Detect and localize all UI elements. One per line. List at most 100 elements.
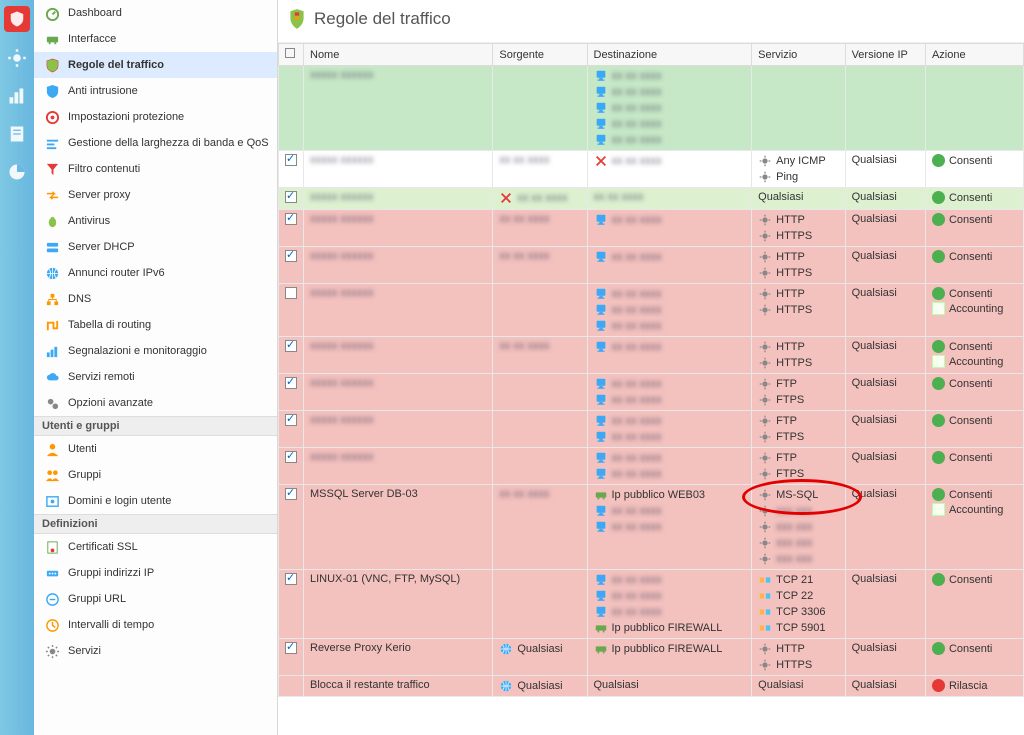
sidebar-item-sec-settings[interactable]: Impostazioni protezione <box>34 104 277 130</box>
rule-row[interactable]: xxxxx xxxxxxxx xx xxxxxx xx xxxxHTTPHTTP… <box>279 247 1024 284</box>
ipver: Qualsiasi <box>852 250 897 262</box>
pie-icon[interactable] <box>5 160 29 184</box>
sidebar-item-content-filter[interactable]: Filtro contenuti <box>34 156 277 182</box>
rule-row[interactable]: xxxxx xxxxxxxx xx xxxxxx xx xxxxFTPFTPSQ… <box>279 374 1024 411</box>
cell-item: xx xx xxxx <box>594 340 746 354</box>
cell-item: xx xx xxxx <box>594 213 746 227</box>
sidebar-item-ssl[interactable]: Certificati SSL <box>34 534 277 560</box>
gear-icon <box>758 552 772 566</box>
sidebar-item-anti-intrusion[interactable]: Anti intrusione <box>34 78 277 104</box>
column-header[interactable]: Destinazione <box>587 44 752 66</box>
rule-checkbox[interactable] <box>285 287 297 299</box>
sidebar-item-interfaces[interactable]: Interfacce <box>34 26 277 52</box>
gear-icon <box>758 266 772 280</box>
sidebar-item-groups[interactable]: Gruppi <box>34 462 277 488</box>
bug-icon <box>44 213 60 229</box>
rule-checkbox[interactable] <box>285 573 297 585</box>
accounting-icon <box>932 355 945 368</box>
notes-icon[interactable] <box>5 122 29 146</box>
sidebar-item-services[interactable]: Servizi <box>34 638 277 664</box>
column-header[interactable]: Azione <box>925 44 1023 66</box>
rule-checkbox[interactable] <box>285 414 297 426</box>
rule-row[interactable]: LINUX-01 (VNC, FTP, MySQL)xx xx xxxxxx x… <box>279 570 1024 639</box>
service-item: TCP 21 <box>758 573 838 587</box>
rule-row[interactable]: Reverse Proxy KerioQualsiasiIp pubblico … <box>279 639 1024 676</box>
cell-item: Ip pubblico WEB03 <box>594 488 746 502</box>
sidebar-section-header: Definizioni <box>34 514 277 534</box>
service-item: TCP 22 <box>758 589 838 603</box>
sidebar-item-proxy[interactable]: Server proxy <box>34 182 277 208</box>
settings-icon[interactable] <box>5 46 29 70</box>
rule-row[interactable]: Blocca il restante trafficoQualsiasiQual… <box>279 676 1024 697</box>
gear-icon <box>758 520 772 534</box>
rule-row[interactable]: xxxxx xxxxxxxx xx xxxxxx xx xxxxFTPFTPSQ… <box>279 448 1024 485</box>
service-item: TCP 3306 <box>758 605 838 619</box>
cell-item: xx xx xxxx <box>594 133 746 147</box>
column-header[interactable]: Servizio <box>752 44 845 66</box>
sidebar-item-traffic-rules[interactable]: Regole del traffico <box>34 52 277 78</box>
rule-row[interactable]: xxxxx xxxxxxxx xx xxxxxx xx xxxxxx xx xx… <box>279 66 1024 151</box>
rule-row[interactable]: xxxxx xxxxxxxx xx xxxxxx xx xxxxHTTPHTTP… <box>279 210 1024 247</box>
rule-checkbox[interactable] <box>285 377 297 389</box>
rule-row[interactable]: xxxxx xxxxxxxx xx xxxxxx xx xxxxFTPFTPSQ… <box>279 411 1024 448</box>
rule-checkbox[interactable] <box>285 154 297 166</box>
cell-item: xx xx xxxx <box>594 287 746 301</box>
sidebar-item-remote[interactable]: Servizi remoti <box>34 364 277 390</box>
domain-icon <box>44 493 60 509</box>
rule-row[interactable]: xxxxx xxxxxxxx xx xxxxxx xx xxxxxx xx xx… <box>279 284 1024 337</box>
sidebar-item-urlgroups[interactable]: Gruppi URL <box>34 586 277 612</box>
rule-row[interactable]: xxxxx xxxxxxxx xx xxxxxx xx xxxxAny ICMP… <box>279 151 1024 188</box>
cell-item: Ip pubblico FIREWALL <box>594 642 746 656</box>
sidebar-item-label: Gruppi indirizzi IP <box>68 567 154 579</box>
sidebar-item-label: Dashboard <box>68 7 122 19</box>
column-header[interactable]: Versione IP <box>845 44 925 66</box>
rule-checkbox[interactable] <box>285 488 297 500</box>
sidebar-item-label: Intervalli di tempo <box>68 619 154 631</box>
sidebar-item-dashboard[interactable]: Dashboard <box>34 0 277 26</box>
rule-checkbox[interactable] <box>285 213 297 225</box>
cell-item: xx xx xxxx <box>594 303 746 317</box>
sidebar-item-monitor[interactable]: Segnalazioni e monitoraggio <box>34 338 277 364</box>
sidebar-item-ipgroups[interactable]: Gruppi indirizzi IP <box>34 560 277 586</box>
service-item: Qualsiasi <box>758 679 838 691</box>
sidebar-item-ipv6[interactable]: Annunci router IPv6 <box>34 260 277 286</box>
rule-checkbox[interactable] <box>285 191 297 203</box>
rules-grid[interactable]: NomeSorgenteDestinazioneServizioVersione… <box>278 43 1024 697</box>
service-item: Any ICMP <box>758 154 838 168</box>
sidebar-item-label: Certificati SSL <box>68 541 138 553</box>
service-item: xxx xxx <box>758 520 838 534</box>
host-icon <box>594 319 608 333</box>
host-icon <box>594 340 608 354</box>
stats-icon[interactable] <box>5 84 29 108</box>
column-header[interactable]: Nome <box>304 44 493 66</box>
server-icon <box>44 239 60 255</box>
sidebar-item-advanced[interactable]: Opzioni avanzate <box>34 390 277 416</box>
sidebar-item-dns[interactable]: DNS <box>34 286 277 312</box>
rule-checkbox[interactable] <box>285 340 297 352</box>
service-item: Ping <box>758 170 838 184</box>
sidebar-item-antivirus[interactable]: Antivirus <box>34 208 277 234</box>
dns-icon <box>44 291 60 307</box>
rule-checkbox[interactable] <box>285 451 297 463</box>
rule-row[interactable]: xxxxx xxxxxxxx xx xxxxxx xx xxxxQualsias… <box>279 188 1024 210</box>
host-icon <box>594 504 608 518</box>
app-logo-shield-icon[interactable] <box>4 6 30 32</box>
services-icon <box>44 643 60 659</box>
rule-row[interactable]: xxxxx xxxxxxxx xx xxxxxx xx xxxxHTTPHTTP… <box>279 337 1024 374</box>
rule-checkbox[interactable] <box>285 642 297 654</box>
column-header[interactable] <box>279 44 304 66</box>
sidebar-item-domains[interactable]: Domini e login utente <box>34 488 277 514</box>
sidebar-item-users[interactable]: Utenti <box>34 436 277 462</box>
cloud-icon <box>44 369 60 385</box>
rule-checkbox[interactable] <box>285 250 297 262</box>
allow-icon <box>932 451 945 464</box>
sidebar-item-time[interactable]: Intervalli di tempo <box>34 612 277 638</box>
allow-icon <box>932 213 945 226</box>
sidebar-item-dhcp[interactable]: Server DHCP <box>34 234 277 260</box>
column-header[interactable]: Sorgente <box>493 44 587 66</box>
sidebar-item-bandwidth[interactable]: Gestione della larghezza di banda e QoS <box>34 130 277 156</box>
service-item: HTTPS <box>758 303 838 317</box>
sidebar-item-routing[interactable]: Tabella di routing <box>34 312 277 338</box>
deny-icon <box>594 154 608 168</box>
rule-row[interactable]: MSSQL Server DB-03xx xx xxxxIp pubblico … <box>279 485 1024 570</box>
